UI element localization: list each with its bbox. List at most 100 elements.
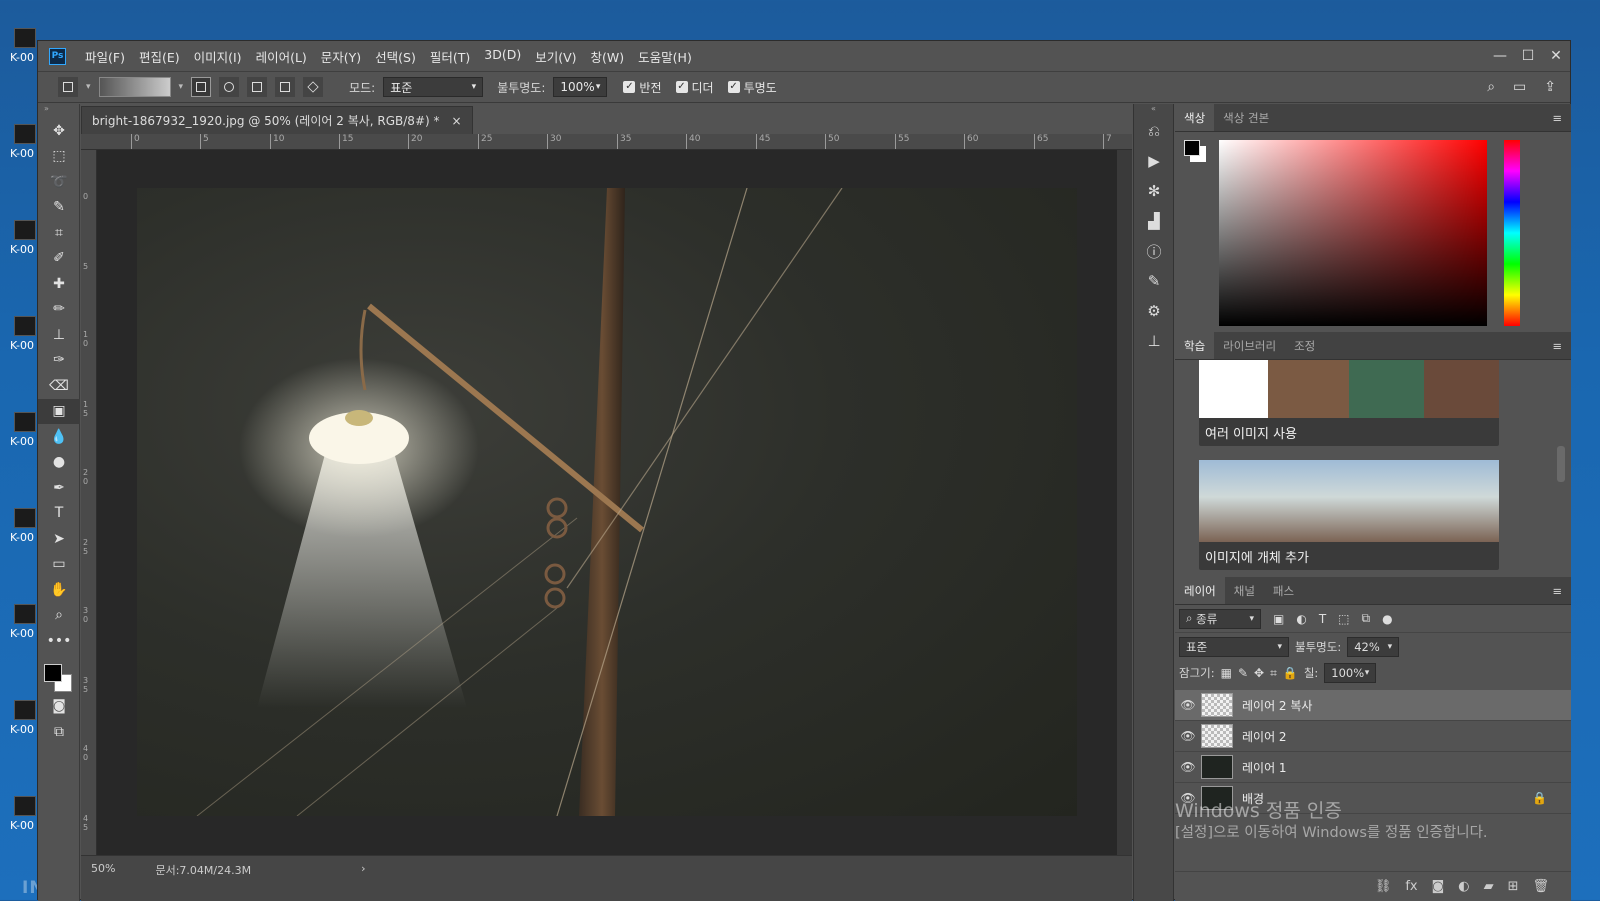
menu-3d[interactable]: 3D(D) [477, 47, 528, 66]
tab-layers[interactable]: 레이어 [1175, 577, 1225, 604]
opacity-input[interactable]: 100% ▾ [553, 77, 608, 97]
menu-filter[interactable]: 필터(T) [423, 47, 477, 66]
lasso-tool-icon[interactable]: ➰ [38, 169, 80, 195]
desktop-icon[interactable]: K-00 [10, 28, 40, 68]
desktop-icon[interactable]: K-00 [10, 796, 40, 836]
foreground-color-swatch[interactable] [44, 663, 62, 682]
share-icon[interactable]: ⇪ [1544, 79, 1556, 95]
lock-artboard-icon[interactable]: ⌗ [1270, 666, 1277, 681]
actions-panel-icon[interactable]: ▶ [1134, 146, 1174, 176]
trash-icon[interactable]: 🗑 [1532, 879, 1549, 894]
history-brush-tool-icon[interactable]: ✑ [38, 348, 80, 374]
tab-learn[interactable]: 학습 [1175, 332, 1215, 359]
brushes-panel-icon[interactable]: ✎ [1134, 266, 1174, 296]
panel-menu-icon[interactable]: ≡ [1543, 332, 1571, 359]
desktop-icon[interactable]: K-00 [10, 316, 40, 356]
eraser-tool-icon[interactable]: ⌫ [38, 373, 80, 399]
tab-swatches[interactable]: 색상 견본 [1214, 104, 1278, 131]
zoom-level[interactable]: 50% [91, 862, 115, 875]
link-layers-icon[interactable]: ⛓ [1375, 879, 1392, 894]
lock-transparency-icon[interactable]: ▦ [1221, 666, 1232, 680]
add-mask-icon[interactable]: ◙ [1432, 879, 1445, 894]
new-group-icon[interactable]: ▰ [1484, 879, 1494, 894]
collapse-icon[interactable]: » [38, 104, 79, 118]
info-panel-icon[interactable]: ⓘ [1134, 236, 1174, 266]
layer-row[interactable]: 👁 레이어 2 복사 [1175, 690, 1571, 721]
desktop-icon[interactable]: K-00 [10, 508, 40, 548]
canvas[interactable] [97, 150, 1117, 855]
desktop-icon[interactable]: K-00 [10, 124, 40, 164]
color-swatches[interactable] [38, 658, 79, 694]
close-button[interactable]: ✕ [1542, 48, 1570, 64]
navigator-panel-icon[interactable]: ✻ [1134, 176, 1174, 206]
learn-card[interactable]: 여러 이미지 사용 [1199, 360, 1499, 446]
diamond-gradient-button[interactable] [303, 77, 324, 97]
layer-opacity-input[interactable]: 42% ▾ [1347, 636, 1400, 657]
lock-all-icon[interactable]: 🔒 [1283, 666, 1298, 680]
type-filter-icon[interactable]: T [1319, 612, 1326, 626]
visibility-eye-icon[interactable]: 👁 [1175, 729, 1201, 743]
layer-filter-select[interactable]: ⌕ 종류 ▾ [1179, 608, 1261, 629]
menu-file[interactable]: 파일(F) [78, 47, 132, 66]
layer-row[interactable]: 👁 레이어 1 [1175, 752, 1571, 783]
collapse-icon[interactable]: « [1134, 104, 1173, 116]
gradient-picker[interactable] [98, 77, 171, 97]
path-select-tool-icon[interactable]: ➤ [38, 526, 80, 552]
dodge-tool-icon[interactable]: ● [38, 450, 80, 476]
tool-preset-icon[interactable] [58, 77, 78, 97]
menu-layer[interactable]: 레이어(L) [249, 47, 314, 66]
layer-style-icon[interactable]: fx [1405, 879, 1417, 894]
desktop-icon[interactable]: K-00 [10, 412, 40, 452]
angle-gradient-button[interactable] [247, 77, 268, 97]
reflected-gradient-button[interactable] [275, 77, 296, 97]
histogram-panel-icon[interactable]: ▟ [1134, 206, 1174, 236]
menu-edit[interactable]: 편집(E) [132, 47, 187, 66]
canvas-scrollbar[interactable] [1117, 150, 1132, 855]
desktop-icon[interactable]: K-00 [10, 220, 40, 260]
foreground-color-swatch[interactable] [1184, 140, 1200, 156]
blend-mode-select[interactable]: 표준 ▾ [1179, 636, 1289, 657]
maximize-button[interactable]: ☐ [1514, 48, 1542, 64]
type-tool-icon[interactable]: T [38, 501, 80, 527]
crop-tool-icon[interactable]: ⌗ [38, 220, 80, 246]
quick-select-tool-icon[interactable]: ✎ [38, 195, 80, 221]
tab-paths[interactable]: 패스 [1264, 577, 1303, 604]
healing-brush-tool-icon[interactable]: ✚ [38, 271, 80, 297]
layer-row[interactable]: 👁 레이어 2 [1175, 721, 1571, 752]
tab-color[interactable]: 색상 [1175, 104, 1215, 131]
learn-scrollbar[interactable] [1557, 366, 1565, 566]
shape-filter-icon[interactable]: ⬚ [1338, 612, 1349, 626]
color-field[interactable] [1219, 140, 1487, 326]
menu-select[interactable]: 선택(S) [368, 47, 423, 66]
pen-tool-icon[interactable]: ✒ [38, 475, 80, 501]
quick-mask-icon[interactable]: ◙ [38, 694, 80, 720]
gradient-tool-icon[interactable]: ▣ [38, 398, 80, 424]
eyedropper-tool-icon[interactable]: ✐ [38, 246, 80, 272]
search-icon[interactable]: ⌕ [1487, 79, 1495, 95]
filter-toggle-icon[interactable]: ● [1382, 612, 1392, 626]
desktop-icon[interactable]: K-00 [10, 700, 40, 740]
hue-slider[interactable] [1504, 140, 1520, 326]
brush-tool-icon[interactable]: ✏ [38, 297, 80, 323]
panel-menu-icon[interactable]: ≡ [1543, 577, 1571, 604]
reverse-checkbox[interactable]: ✓ 반전 [623, 79, 662, 96]
transparency-checkbox[interactable]: ✓ 투명도 [727, 79, 777, 96]
zoom-tool-icon[interactable]: ⌕ [38, 603, 80, 629]
menu-view[interactable]: 보기(V) [528, 47, 583, 66]
visibility-eye-icon[interactable]: 👁 [1175, 760, 1201, 774]
marquee-tool-icon[interactable]: ⬚ [38, 144, 80, 170]
lock-position-icon[interactable]: ✥ [1254, 666, 1264, 680]
tab-channels[interactable]: 채널 [1225, 577, 1264, 604]
desktop-icon[interactable]: K-00 [10, 604, 40, 644]
rectangle-tool-icon[interactable]: ▭ [38, 552, 80, 578]
fill-input[interactable]: 100% ▾ [1324, 663, 1377, 683]
document-image[interactable] [137, 188, 1077, 816]
document-tab[interactable]: bright-1867932_1920.jpg @ 50% (레이어 2 복사,… [81, 106, 473, 134]
image-filter-icon[interactable]: ▣ [1273, 612, 1284, 626]
lock-pixels-icon[interactable]: ✎ [1238, 666, 1248, 680]
menu-window[interactable]: 창(W) [584, 47, 632, 66]
smart-object-filter-icon[interactable]: ⧉ [1362, 611, 1371, 626]
mode-select[interactable]: 표준 ▾ [383, 77, 484, 97]
adjustment-layer-icon[interactable]: ◐ [1458, 879, 1469, 894]
visibility-eye-icon[interactable]: 👁 [1175, 698, 1201, 712]
